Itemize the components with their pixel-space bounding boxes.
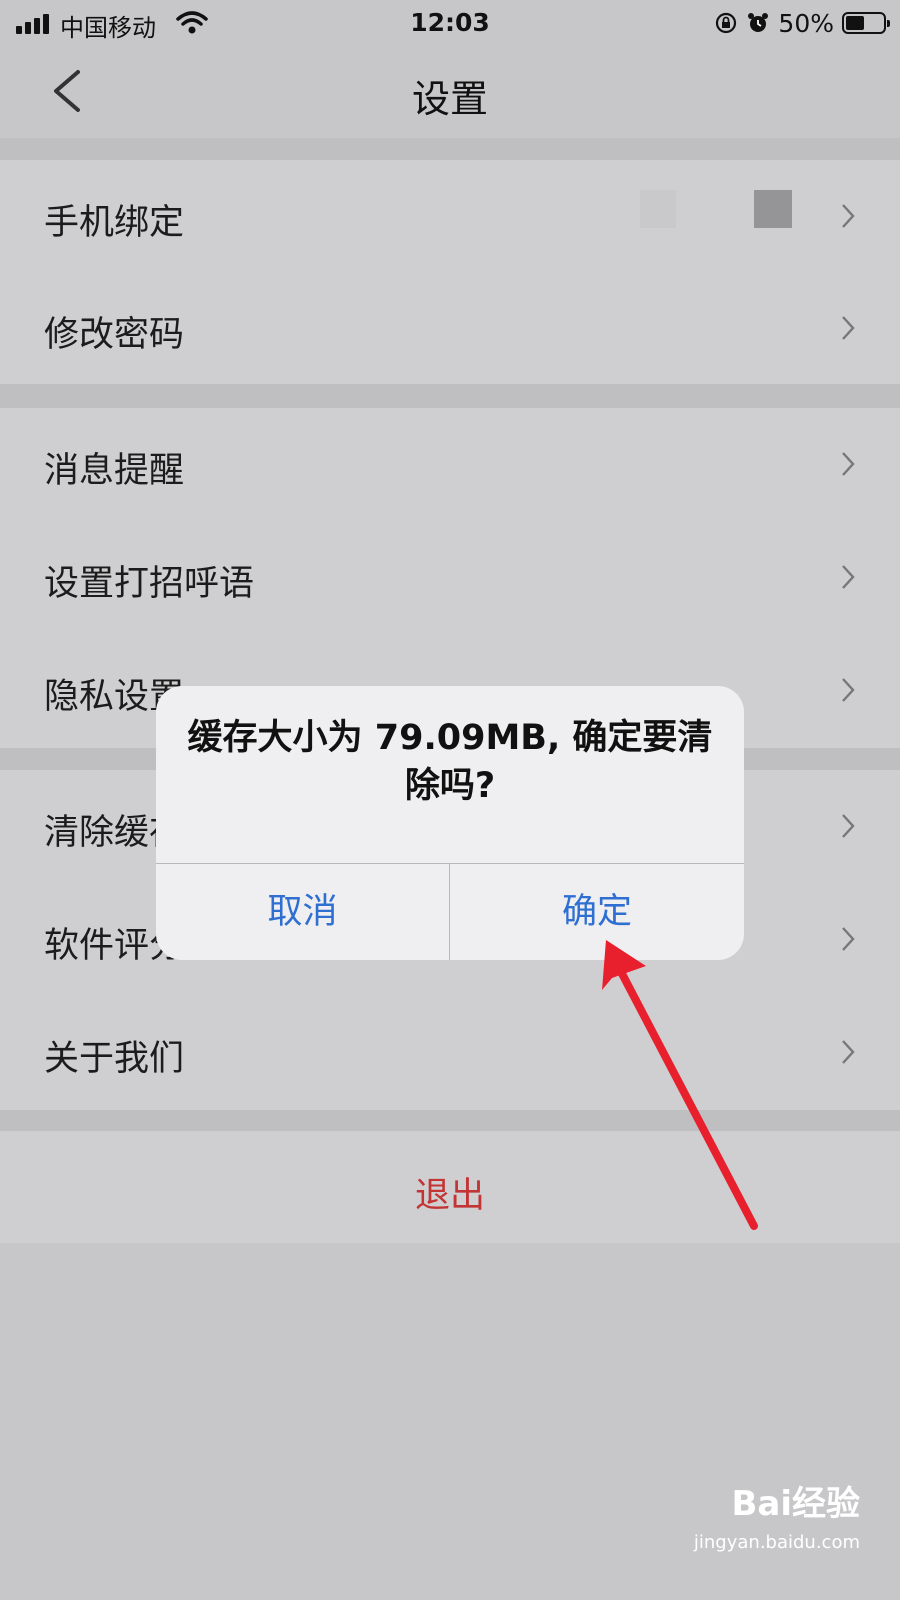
logout-button[interactable]: 退出 [0,1131,900,1243]
settings-row-phone-binding[interactable]: 手机绑定 [0,160,900,272]
settings-row-greeting[interactable]: 设置打招呼语 [0,521,900,633]
chevron-right-icon [842,316,855,340]
row-label: 消息提醒 [44,451,185,491]
status-bar: 中国移动 12:03 50% [0,0,900,46]
section-gap [0,1110,900,1131]
masked-phone-number-block [754,190,792,228]
chevron-right-icon [842,814,855,838]
settings-row-change-password[interactable]: 修改密码 [0,272,900,384]
watermark-url: jingyan.baidu.com [693,1532,860,1553]
dialog-message: 缓存大小为 79.09MB, 确定要清除吗? [187,718,713,806]
baidu-jingyan-watermark: Bai经验 jingyan.baidu.com [680,1468,860,1578]
battery-icon [842,12,890,34]
chevron-right-icon [842,1040,855,1064]
dialog-confirm-button[interactable]: 确定 [450,864,744,960]
clear-cache-dialog: 缓存大小为 79.09MB, 确定要清除吗? 取消 确定 [156,686,744,960]
battery-percent: 50% [778,8,834,38]
row-label: 关于我们 [44,1039,185,1079]
section-gap [0,384,900,408]
chevron-right-icon [842,565,855,589]
row-label: 修改密码 [44,315,185,355]
settings-row-notifications[interactable]: 消息提醒 [0,408,900,520]
section-gap [0,138,900,160]
watermark-logo: Bai经验 [731,1484,860,1524]
logout-label: 退出 [414,1176,485,1216]
alarm-icon [748,13,769,32]
page-title: 设置 [411,77,488,121]
masked-phone-number [640,190,676,228]
dialog-cancel-button[interactable]: 取消 [156,864,449,960]
settings-row-about-us[interactable]: 关于我们 [0,996,900,1108]
chevron-right-icon [842,452,855,476]
row-label: 手机绑定 [44,203,185,243]
battery-fill [846,16,864,30]
nav-bar: 设置 [0,46,900,138]
row-label: 设置打招呼语 [44,564,255,604]
chevron-right-icon [842,204,855,228]
settings-group-1: 手机绑定 修改密码 [0,160,900,384]
chevron-right-icon [842,678,855,702]
chevron-right-icon [842,927,855,951]
rotation-lock-icon [716,12,737,34]
